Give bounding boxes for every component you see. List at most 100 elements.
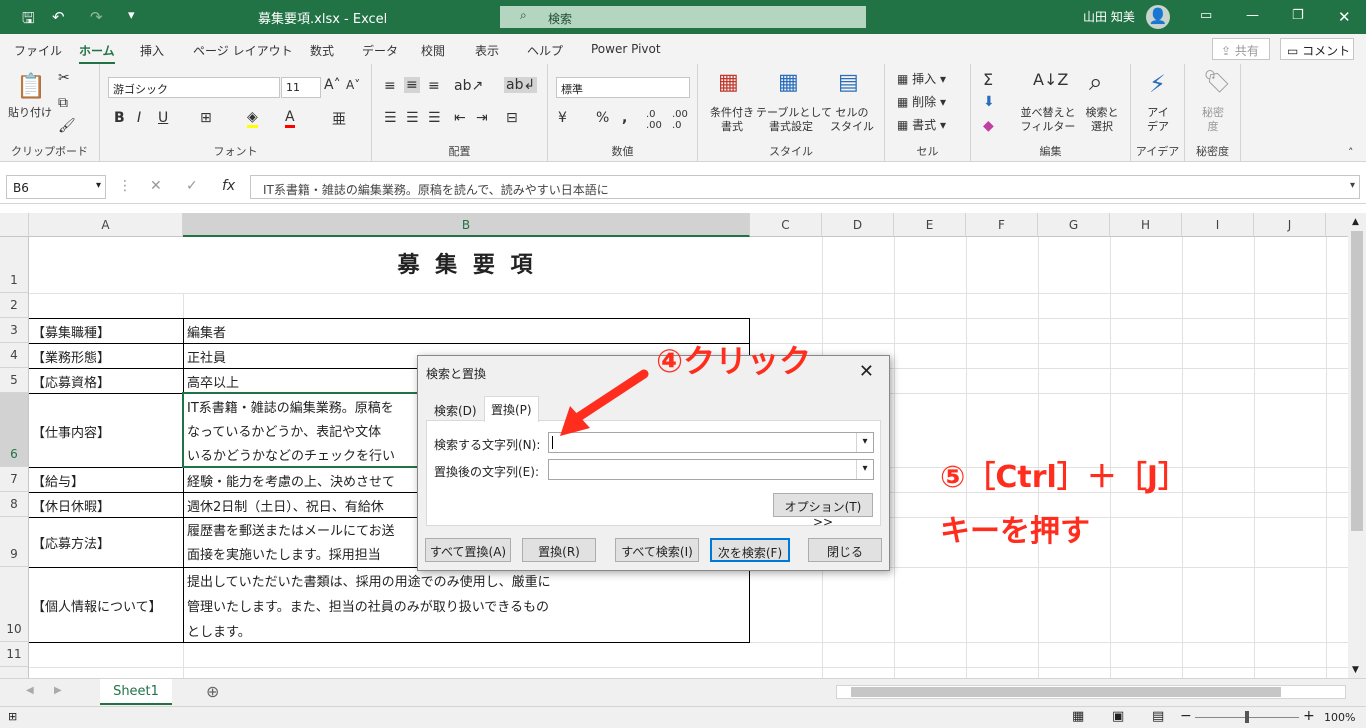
percent-icon[interactable]: % bbox=[596, 110, 609, 126]
find-all-button[interactable]: すべて検索(I) bbox=[615, 538, 699, 562]
find-select-icon[interactable]: ⌕ bbox=[1089, 68, 1102, 96]
increase-decimal-icon[interactable]: .0.00 bbox=[646, 109, 662, 131]
cancel-icon[interactable]: ✕ bbox=[150, 178, 162, 194]
tab-formulas[interactable]: 数式 bbox=[310, 42, 334, 59]
row-header-8[interactable]: 8 bbox=[0, 492, 29, 517]
row-header-10[interactable]: 10 bbox=[0, 567, 29, 642]
decrease-decimal-icon[interactable]: .00.0 bbox=[672, 109, 688, 131]
column-header-g[interactable]: G bbox=[1038, 213, 1110, 237]
cell-a3[interactable]: 【募集職種】 bbox=[32, 322, 110, 341]
page-layout-view-icon[interactable]: ▣ bbox=[1112, 709, 1124, 724]
bold-icon[interactable]: B bbox=[114, 110, 125, 126]
tab-find[interactable]: 検索(D) bbox=[428, 398, 483, 422]
options-button[interactable]: オプション(T) >> bbox=[773, 493, 873, 529]
search-box[interactable]: ⌕ 検索 bbox=[500, 6, 866, 28]
font-size-select[interactable]: 11 bbox=[281, 77, 321, 98]
row-header-7[interactable]: 7 bbox=[0, 467, 29, 492]
cell-b9-line2[interactable]: 面接を実施いたします。採用担当 bbox=[187, 544, 381, 563]
minimize-icon[interactable]: — bbox=[1246, 8, 1259, 23]
align-center-icon[interactable]: ☰ bbox=[406, 110, 419, 126]
phonetic-icon[interactable]: 亜 bbox=[332, 109, 346, 129]
close-icon[interactable]: ✕ bbox=[859, 361, 874, 382]
enter-icon[interactable]: ✓ bbox=[186, 178, 198, 194]
row-header-5[interactable]: 5 bbox=[0, 368, 29, 393]
column-header-e[interactable]: E bbox=[894, 213, 966, 237]
paste-icon[interactable]: 📋 bbox=[16, 72, 46, 100]
tab-replace[interactable]: 置換(P) bbox=[484, 396, 539, 422]
row-header-2[interactable]: 2 bbox=[0, 293, 29, 318]
format-painter-icon[interactable]: 🖌 bbox=[58, 118, 76, 134]
decrease-font-icon[interactable]: A˅ bbox=[346, 78, 360, 92]
cell-b5[interactable]: 高卒以上 bbox=[187, 372, 239, 391]
tab-view[interactable]: 表示 bbox=[475, 42, 499, 59]
find-next-button[interactable]: 次を検索(F) bbox=[710, 538, 790, 562]
align-bottom-icon[interactable]: ≡ bbox=[428, 78, 440, 94]
tab-data[interactable]: データ bbox=[362, 42, 398, 59]
cell-b7[interactable]: 経験・能力を考慮の上、決めさせて bbox=[187, 471, 395, 490]
wrap-text-icon[interactable]: ab↲ bbox=[504, 77, 538, 93]
delete-cells-button[interactable]: ▦ 削除 ▾ bbox=[897, 95, 946, 110]
zoom-in-icon[interactable]: + bbox=[1303, 708, 1315, 724]
row-header-4[interactable]: 4 bbox=[0, 343, 29, 368]
cell-b6-line1[interactable]: IT系書籍・雑誌の編集業務。原稿を bbox=[187, 397, 394, 416]
ideas-icon[interactable]: ⚡ bbox=[1149, 70, 1166, 98]
cell-b9-line1[interactable]: 履歴書を郵送またはメールにてお送 bbox=[187, 520, 395, 539]
cell-b8[interactable]: 週休2日制（土日）、祝日、有給休 bbox=[187, 496, 384, 515]
undo-icon[interactable]: ↶ bbox=[52, 8, 65, 26]
collapse-ribbon-icon[interactable]: ˄ bbox=[1348, 146, 1354, 159]
replace-button[interactable]: 置換(R) bbox=[522, 538, 596, 562]
column-header-j[interactable]: J bbox=[1254, 213, 1326, 237]
row-header-6[interactable]: 6 bbox=[0, 393, 29, 467]
sort-filter-button[interactable]: 並べ替えと フィルター bbox=[1015, 106, 1081, 134]
replace-all-button[interactable]: すべて置換(A) bbox=[425, 538, 511, 562]
sheet-tab-sheet1[interactable]: Sheet1 bbox=[100, 679, 172, 705]
cell-a7[interactable]: 【給与】 bbox=[32, 471, 84, 490]
align-middle-icon[interactable]: ≡ bbox=[404, 77, 420, 93]
cell-a8[interactable]: 【休日休暇】 bbox=[32, 496, 110, 515]
paste-button[interactable]: 貼り付け bbox=[6, 106, 54, 120]
row-header-1[interactable]: 1 bbox=[0, 237, 29, 293]
cell-b3[interactable]: 編集者 bbox=[187, 322, 226, 341]
qat-dropdown-icon[interactable]: ▾ bbox=[128, 8, 135, 23]
column-header-a[interactable]: A bbox=[29, 213, 183, 237]
font-name-select[interactable]: 游ゴシック bbox=[108, 77, 280, 98]
increase-indent-icon[interactable]: ⇥ bbox=[476, 110, 488, 126]
zoom-slider-thumb[interactable] bbox=[1245, 711, 1249, 723]
sort-filter-icon[interactable]: A↓Z bbox=[1033, 70, 1068, 89]
align-right-icon[interactable]: ☰ bbox=[428, 110, 441, 126]
fill-icon[interactable]: ⬇ bbox=[983, 94, 995, 110]
align-left-icon[interactable]: ☰ bbox=[384, 110, 397, 126]
row-header-12[interactable] bbox=[0, 667, 29, 678]
close-button[interactable]: 閉じる bbox=[808, 538, 882, 562]
cell-b10-line2[interactable]: 管理いたします。また、担当の社員のみが取り扱いできるもの bbox=[187, 596, 549, 615]
redo-icon[interactable]: ↷ bbox=[90, 8, 103, 26]
column-header-c[interactable]: C bbox=[750, 213, 822, 237]
autosum-icon[interactable]: Σ bbox=[983, 70, 993, 89]
expand-formula-icon[interactable]: ▾ bbox=[1350, 180, 1355, 191]
normal-view-icon[interactable]: ▦ bbox=[1072, 709, 1084, 724]
column-header-b[interactable]: B bbox=[183, 213, 750, 237]
page-break-view-icon[interactable]: ▤ bbox=[1152, 709, 1164, 724]
conditional-format-icon[interactable]: ▦ bbox=[718, 70, 739, 95]
column-header-k[interactable] bbox=[1326, 213, 1348, 237]
comma-icon[interactable]: , bbox=[622, 110, 627, 126]
row-header-11[interactable]: 11 bbox=[0, 642, 29, 667]
cell-a10[interactable]: 【個人情報について】 bbox=[32, 596, 162, 615]
orientation-icon[interactable]: ab↗ bbox=[454, 78, 483, 94]
sheet-prev-icon[interactable]: ◀ bbox=[26, 685, 34, 696]
tab-insert[interactable]: 挿入 bbox=[140, 42, 164, 59]
close-window-icon[interactable]: ✕ bbox=[1338, 8, 1351, 26]
cell-b6-line2[interactable]: なっているかどうか、表記や文体 bbox=[187, 421, 381, 440]
border-icon[interactable]: ⊞ bbox=[200, 110, 212, 126]
share-button[interactable]: ⇪ 共有 bbox=[1212, 38, 1270, 60]
row-header-3[interactable]: 3 bbox=[0, 318, 29, 343]
chevron-down-icon[interactable]: ▾ bbox=[856, 433, 873, 452]
select-all-corner[interactable] bbox=[0, 213, 29, 237]
scroll-down-icon[interactable]: ▼ bbox=[1352, 665, 1359, 675]
horizontal-scroll-thumb[interactable] bbox=[851, 687, 1281, 697]
scroll-up-icon[interactable]: ▲ bbox=[1352, 217, 1359, 227]
avatar[interactable]: 👤 bbox=[1146, 5, 1170, 29]
tab-home[interactable]: ホーム bbox=[79, 42, 115, 64]
format-table-icon[interactable]: ▦ bbox=[778, 70, 799, 95]
insert-cells-button[interactable]: ▦ 挿入 ▾ bbox=[897, 72, 946, 87]
